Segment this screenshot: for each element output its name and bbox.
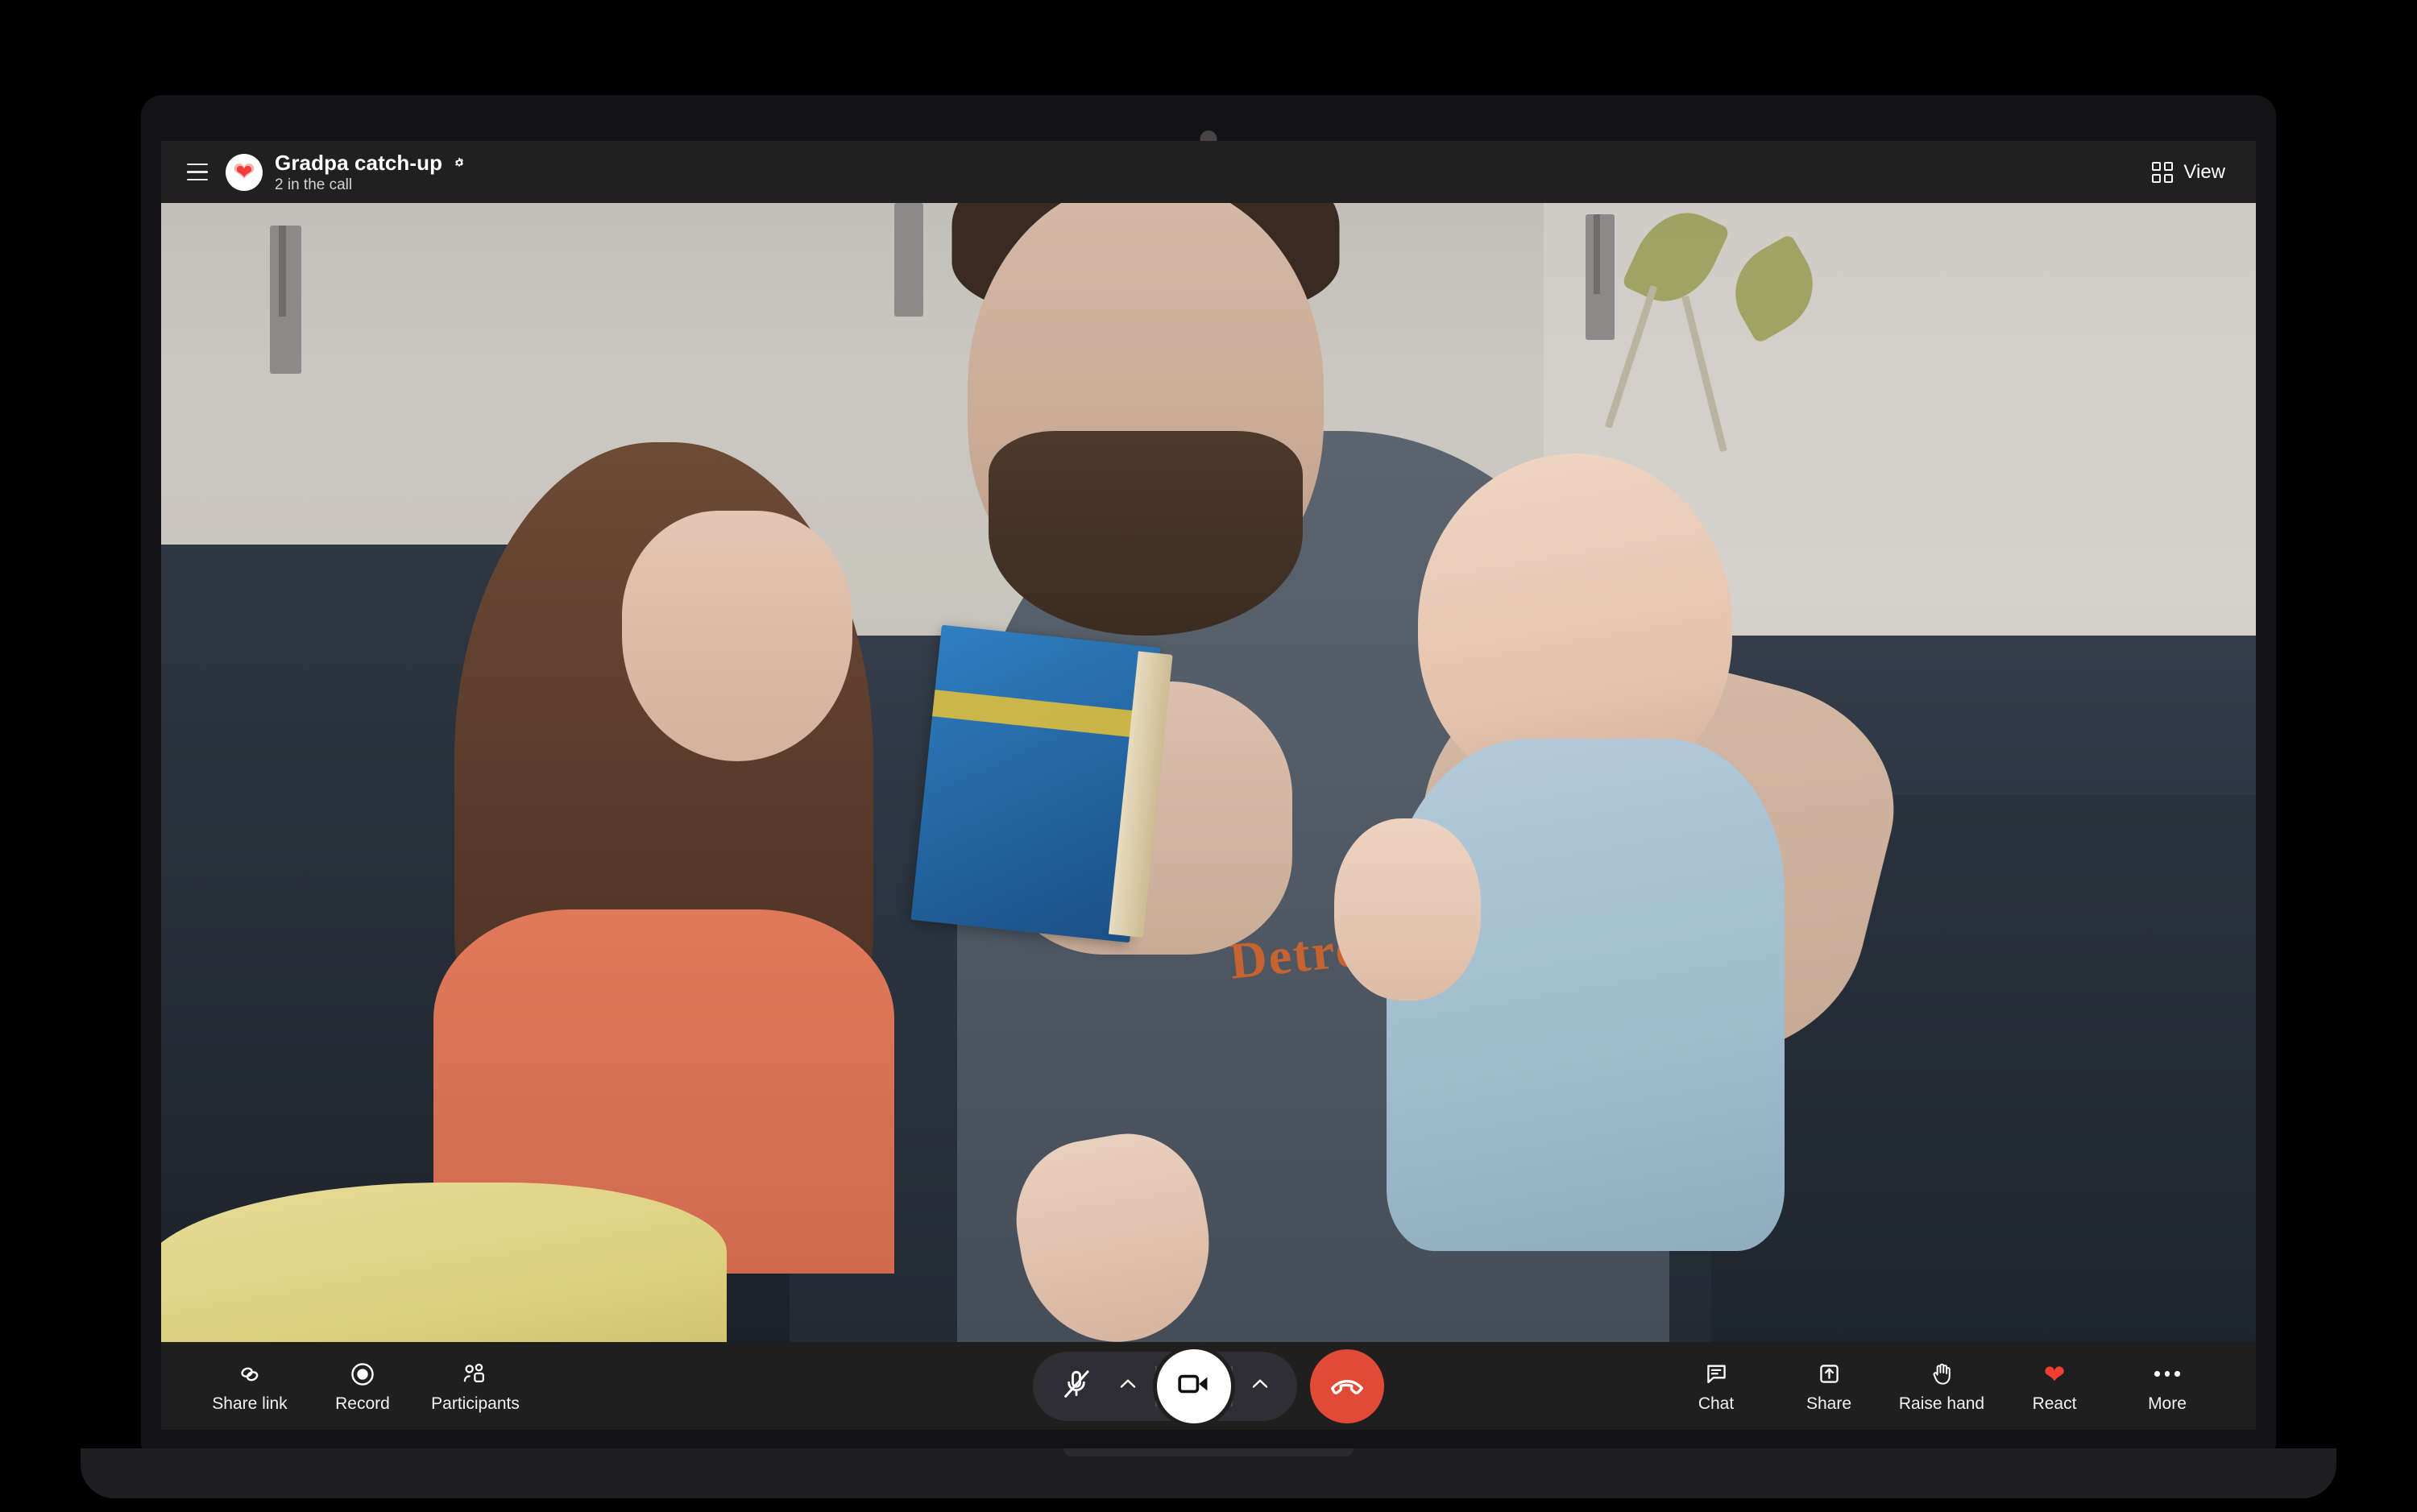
book [910,625,1173,943]
heart-icon: ❤ [2043,1359,2066,1389]
participants-button[interactable]: Participants [419,1348,532,1425]
hangup-button[interactable] [1310,1348,1384,1423]
pill-divider-right [1231,1365,1233,1406]
raised-hand-icon [1930,1361,1955,1388]
call-toolbar: Share link Record Participants Chat Shar… [161,1342,2256,1430]
share-label: Share [1805,1394,1852,1413]
microphone-mute-button[interactable] [1047,1357,1105,1415]
baby-body [1387,738,1785,1251]
camera-toggle-button[interactable] [1157,1348,1231,1423]
chevron-up-icon [1116,1372,1140,1400]
heart-avatar: ❤ ❤ [226,153,263,191]
page-title: Gradpa catch-up [275,150,443,175]
girl-face [622,510,852,761]
view-button[interactable]: View [2147,155,2230,190]
raise-hand-label: Raise hand [1898,1394,1985,1413]
toolbar-right-group: Chat Share Raise hand ❤ React More [1660,1348,2224,1425]
wall-hook-right-bar [1594,214,1601,295]
chat-bubble-icon [1704,1361,1729,1388]
wall-hook-mid [894,203,924,317]
raise-hand-button[interactable]: Raise hand [1885,1348,1998,1425]
wall-hook-left [270,226,302,375]
share-screen-button[interactable]: Share [1772,1348,1885,1425]
gear-icon[interactable] [450,154,468,172]
record-icon [350,1361,375,1388]
remote-video-feed: Detroit [161,203,2256,1342]
share-link-button[interactable]: Share link [193,1348,306,1425]
video-stage[interactable]: Detroit [161,203,2256,1342]
grid-view-icon [2152,161,2174,183]
man-beard [989,430,1303,636]
wall-hook-right [1586,214,1615,340]
microphone-muted-icon [1060,1368,1092,1404]
wall-hook-left-bar [278,226,286,317]
react-button[interactable]: ❤ React [1998,1348,2111,1425]
book-band [932,690,1155,739]
share-upload-icon [1817,1361,1842,1388]
participants-icon [462,1361,489,1388]
view-button-label: View [2183,160,2225,183]
laptop-scene: ❤ ❤ Gradpa catch-up 2 in the call View D… [0,0,2417,1512]
toolbar-center-group [1033,1348,1384,1423]
meeting-info: Gradpa catch-up 2 in the call [275,151,468,194]
record-label: Record [335,1394,390,1413]
share-link-label: Share link [212,1394,288,1413]
laptop-hinge-notch [1063,1448,1354,1456]
participant-count-label: 2 in the call [275,176,353,193]
meeting-title-row: Gradpa catch-up [275,151,468,176]
more-ellipsis-icon [2154,1361,2180,1388]
chat-button[interactable]: Chat [1660,1348,1772,1425]
more-button[interactable]: More [2111,1348,2224,1425]
react-label: React [2032,1394,2077,1413]
phone-hangup-icon [1327,1364,1367,1408]
link-icon [236,1361,263,1388]
chevron-up-icon [1248,1372,1272,1400]
heart-avatar-inner-icon: ❤ [235,160,253,184]
record-button[interactable]: Record [306,1348,419,1425]
chat-label: Chat [1698,1394,1735,1413]
call-control-pill [1033,1348,1297,1423]
video-call-app-window: ❤ ❤ Gradpa catch-up 2 in the call View D… [161,141,2256,1430]
app-header: ❤ ❤ Gradpa catch-up 2 in the call View [161,141,2256,203]
camera-options-button[interactable] [1238,1357,1283,1415]
more-label: More [2148,1394,2187,1413]
camera-icon [1175,1365,1213,1406]
participants-label: Participants [431,1394,520,1413]
hamburger-menu-icon[interactable] [179,154,216,191]
microphone-options-button[interactable] [1105,1357,1150,1415]
baby-arm [1334,818,1481,1000]
toolbar-left-group: Share link Record Participants [193,1348,532,1425]
yellow-blanket [161,1183,727,1342]
